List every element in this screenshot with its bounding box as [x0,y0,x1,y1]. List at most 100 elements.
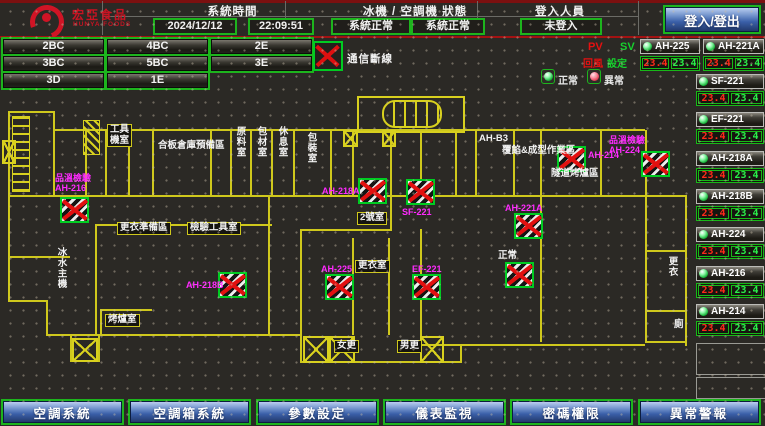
wall-segment [600,130,602,196]
status-led-icon [699,230,708,239]
equipment-values-ah-218b: 23.423.4 [696,206,764,221]
equipment-button-ah-218b[interactable]: AH-218B [696,189,764,204]
room-label: 隧道烤爐區 [551,169,599,180]
equipment-button-ah-214[interactable]: AH-214 [696,304,764,319]
equipment-values-ah-224: 23.423.4 [696,244,764,259]
wall-segment [540,130,542,196]
ahu-offline-marker-9[interactable] [505,262,534,288]
zone-button-4bc[interactable]: 4BC [107,39,208,54]
zone-button-1e[interactable]: 1E [107,73,208,88]
nav-button-1-空調箱系統[interactable]: 空調箱系統 [130,401,249,423]
equipment-values-ah-214: 23.423.4 [696,321,764,336]
status-led-icon [699,77,708,86]
status-led-icon [699,192,708,201]
nav-button-3-儀表監視[interactable]: 儀表監視 [385,401,504,423]
header-separator [638,1,639,35]
machine-status-label: 冰機 / 空調機 狀態 [330,3,500,15]
equipment-button-sf-221[interactable]: SF-221 [696,74,764,89]
nav-button-2-參數設定[interactable]: 參數設定 [258,401,377,423]
chiller-status: 系統正常 [331,18,411,35]
status-led-icon [643,42,652,51]
header-divider-line [0,36,765,38]
ahu-offline-marker-ah-221a[interactable] [514,213,543,239]
status-led-icon [706,42,715,51]
equipment-values-ah-218a: 23.423.4 [696,168,764,183]
equipment-button-ah-224[interactable]: AH-224 [696,227,764,242]
wall-segment [420,344,645,346]
company-name-en: HUNYA FOODS [73,21,131,28]
zone-button-3e[interactable]: 3E [211,56,312,71]
normal-legend-label: 正常 [558,72,578,87]
zone-button-3bc[interactable]: 3BC [3,56,104,71]
equipment-name: AH-216 [711,268,745,279]
status-led-icon [699,307,708,316]
nav-button-0-空調系統[interactable]: 空調系統 [3,401,122,423]
sv-value: 23.4 [731,131,762,142]
equipment-name: AH-218A [711,153,753,164]
room-label: AH-B3 [479,134,508,145]
equipment-button-ah-216[interactable]: AH-216 [696,266,764,281]
equipment-values-ah-216: 23.423.4 [696,283,764,298]
ahu-offline-marker-品溫檢驗-ah-216[interactable] [60,197,89,223]
equipment-button-ef-221[interactable]: EF-221 [696,112,764,127]
wall-segment [388,238,390,335]
login-logout-button[interactable]: 登入/登出 [665,7,759,32]
ahu-offline-marker-ah-218a[interactable] [358,178,387,204]
wall-segment [8,112,10,258]
ahu-offline-marker-品溫檢驗-ah-224[interactable] [641,151,670,177]
pv-value: 23.4 [642,58,669,69]
nav-button-5-異常警報[interactable]: 異常警報 [640,401,759,423]
stair-x-symbol [303,336,329,363]
ahu-marker-label: EF-221 [412,264,442,274]
nav-button-4-密碼權限[interactable]: 密碼權限 [512,401,631,423]
wall-segment [300,229,302,363]
wall-segment [46,300,48,336]
equipment-button-ah-221a[interactable]: AH-221A [703,39,764,54]
spare-slot-box [696,343,765,375]
normal-led-icon [541,69,555,84]
ahu-marker-label: AH-218A [322,186,360,196]
ahu-marker-label: AH-221A [505,203,543,213]
time-value: 22:09:51 [248,18,314,35]
ahu-marker-label: 品溫檢驗 AH-216 [55,173,91,193]
equipment-button-ah-218a[interactable]: AH-218A [696,151,764,166]
room-label: 更衣準備區 [117,222,171,235]
comm-loss-label: 通信斷線 [347,51,393,66]
room-label: 2號室 [357,212,387,225]
room-label: 更衣室 [355,260,390,273]
pv-value: 23.4 [698,323,729,334]
zone-button-5bc[interactable]: 5BC [107,56,208,71]
wall-segment [8,256,10,302]
ahu-offline-marker-ah-225[interactable] [325,274,354,300]
wall-segment [100,309,152,311]
wall-segment [645,310,685,312]
room-label: 休息室 [276,126,287,158]
wall-segment [95,224,97,336]
sv-header: SV [620,41,635,53]
sv-value: 23.4 [735,58,763,69]
pv-value: 23.4 [698,131,729,142]
room-label: 男更 [397,340,422,353]
equipment-values-ah-221a: 23.423.4 [703,56,764,71]
equipment-name: AH-224 [711,229,745,240]
pv-value: 23.4 [698,246,729,257]
stair-x-symbol [382,130,396,147]
login-user-value: 未登入 [520,18,602,35]
ac-status: 系統正常 [411,18,485,35]
wall-segment [460,344,462,363]
zone-button-2e[interactable]: 2E [211,39,312,54]
equipment-name: EF-221 [711,114,744,125]
wall-segment [271,130,273,196]
abnormal-legend-label: 異常 [604,72,624,87]
ahu-marker-label: SF-221 [402,207,432,217]
wall-segment [475,130,477,196]
ahu-offline-marker-sf-221[interactable] [406,179,435,205]
pv-header: PV [588,41,603,53]
equipment-button-ah-225[interactable]: AH-225 [640,39,700,54]
equipment-name: AH-225 [655,41,689,52]
zone-button-3d[interactable]: 3D [3,73,104,88]
pv-value: 23.4 [698,208,729,219]
zone-button-2bc[interactable]: 2BC [3,39,104,54]
ahu-marker-label: AH-218B [186,280,224,290]
ahu-offline-marker-ef-221[interactable] [412,274,441,300]
